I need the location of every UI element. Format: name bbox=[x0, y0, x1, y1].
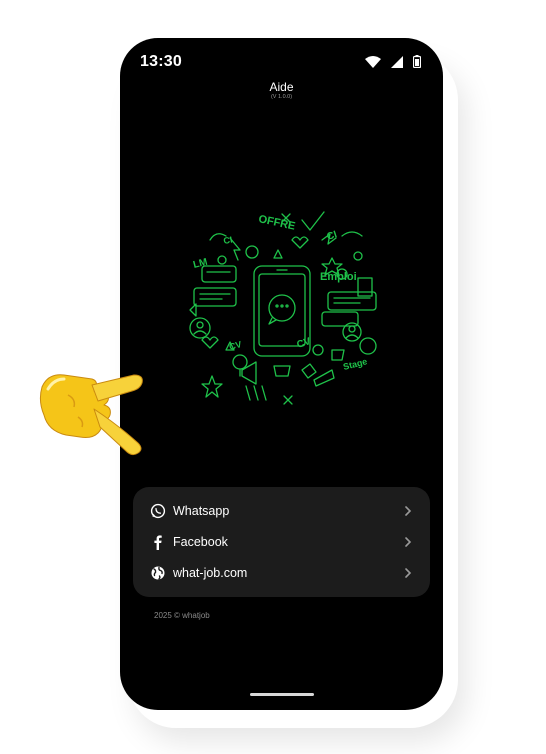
globe-icon bbox=[151, 566, 165, 580]
link-website[interactable]: what-job.com bbox=[133, 557, 430, 589]
copyright-text: © whatjob bbox=[174, 611, 210, 620]
svg-text:CI: CI bbox=[326, 229, 339, 243]
status-bar: 13:30 bbox=[120, 38, 443, 86]
wifi-icon bbox=[365, 55, 381, 68]
svg-text:CI: CI bbox=[223, 235, 234, 246]
app-version: (V 1.0.0) bbox=[270, 94, 293, 100]
link-whatsapp[interactable]: Whatsapp bbox=[133, 495, 430, 527]
phone-screen: 13:30 Aide (V 1.0.0) OFFRE LM Emploi Sta… bbox=[120, 38, 443, 710]
svg-text:CV: CV bbox=[228, 339, 243, 352]
copyright-footer: 2025 © whatjob bbox=[154, 611, 210, 620]
link-whatsapp-label: Whatsapp bbox=[173, 504, 230, 518]
chevron-right-icon bbox=[405, 537, 412, 547]
link-facebook[interactable]: Facebook bbox=[133, 526, 430, 558]
job-doodle-phone-illustration: OFFRE LM Emploi Stage CI CI CV CV bbox=[189, 211, 377, 405]
pointing-hand-icon bbox=[39, 374, 143, 456]
link-website-label: what-job.com bbox=[173, 566, 248, 580]
status-time: 13:30 bbox=[140, 53, 182, 70]
page-header: Aide (V 1.0.0) bbox=[120, 80, 443, 100]
chevron-right-icon bbox=[405, 506, 412, 516]
status-icons bbox=[365, 55, 421, 68]
svg-text:Stage: Stage bbox=[342, 356, 368, 372]
svg-text:OFFRE: OFFRE bbox=[257, 213, 296, 232]
links-card: Whatsapp Facebook what-job.com bbox=[133, 487, 430, 597]
battery-icon bbox=[413, 55, 421, 68]
chevron-right-icon bbox=[405, 568, 412, 578]
whatsapp-icon bbox=[150, 503, 166, 519]
copyright-year: 2025 bbox=[154, 611, 172, 620]
svg-text:Emploi: Emploi bbox=[320, 271, 357, 283]
cellular-signal-icon bbox=[391, 55, 403, 68]
svg-text:LM: LM bbox=[192, 257, 209, 271]
facebook-icon bbox=[154, 535, 162, 550]
page-title: Aide bbox=[269, 80, 294, 94]
home-indicator[interactable] bbox=[250, 693, 314, 696]
link-facebook-label: Facebook bbox=[173, 535, 228, 549]
